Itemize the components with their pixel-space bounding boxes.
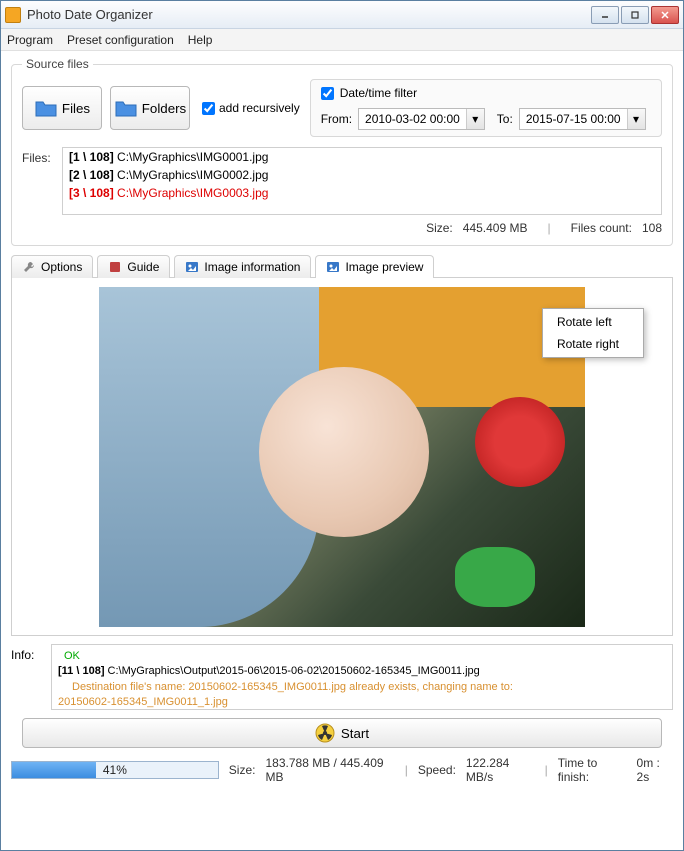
source-files-group: Source files Files Folders add recursive… xyxy=(11,57,673,246)
menu-rotate-left[interactable]: Rotate left xyxy=(543,311,643,333)
ttf-value: 0m : 2s xyxy=(637,756,673,784)
book-icon xyxy=(108,260,122,274)
speed-value: 122.284 MB/s xyxy=(466,756,535,784)
log-line: [11 \ 108] C:\MyGraphics\Output\2015-06\… xyxy=(58,664,666,679)
menu-preset[interactable]: Preset configuration xyxy=(67,33,174,47)
context-menu: Rotate left Rotate right xyxy=(542,308,644,358)
close-button[interactable] xyxy=(651,6,679,24)
radiation-icon xyxy=(315,723,335,743)
folder-icon xyxy=(34,98,58,118)
list-item[interactable]: [2 \ 108] C:\MyGraphics\IMG0002.jpg xyxy=(63,166,661,184)
info-log[interactable]: OK [11 \ 108] C:\MyGraphics\Output\2015-… xyxy=(51,644,673,710)
folders-button[interactable]: Folders xyxy=(110,86,190,130)
log-line: Destination file's name: 20150602-165345… xyxy=(58,680,666,695)
image-preview-panel[interactable]: Rotate left Rotate right xyxy=(11,278,673,636)
count-label: Files count: xyxy=(571,221,632,235)
add-recursively-checkbox[interactable]: add recursively xyxy=(202,101,300,115)
status-ok: OK xyxy=(64,649,666,664)
app-icon xyxy=(5,7,21,23)
date-filter-group: Date/time filter From: 2010-03-02 00:00 … xyxy=(310,79,662,137)
window-title: Photo Date Organizer xyxy=(27,7,591,22)
ttf-label: Time to finish: xyxy=(558,756,627,784)
list-item[interactable]: [1 \ 108] C:\MyGraphics\IMG0001.jpg xyxy=(63,148,661,166)
titlebar: Photo Date Organizer xyxy=(1,1,683,29)
minimize-button[interactable] xyxy=(591,6,619,24)
image-icon xyxy=(185,260,199,274)
wrench-icon xyxy=(22,260,36,274)
size-value: 183.788 MB / 445.409 MB xyxy=(265,756,394,784)
preview-image xyxy=(99,287,585,627)
status-bar: 41% Size: 183.788 MB / 445.409 MB | Spee… xyxy=(11,756,673,784)
progress-bar: 41% xyxy=(11,761,219,779)
log-line: 20150602-165345_IMG0011_1.jpg xyxy=(58,695,666,710)
menu-program[interactable]: Program xyxy=(7,33,53,47)
chevron-down-icon[interactable]: ▾ xyxy=(466,109,484,129)
files-button[interactable]: Files xyxy=(22,86,102,130)
size-label: Size: xyxy=(426,221,453,235)
tab-guide[interactable]: Guide xyxy=(97,255,170,278)
size-label: Size: xyxy=(229,763,256,777)
tab-image-preview[interactable]: Image preview xyxy=(315,255,434,278)
tab-image-information[interactable]: Image information xyxy=(174,255,311,278)
count-value: 108 xyxy=(642,221,662,235)
progress-text: 41% xyxy=(12,762,218,778)
from-date-input[interactable]: 2010-03-02 00:00 ▾ xyxy=(358,108,485,130)
date-filter-checkbox[interactable]: Date/time filter xyxy=(321,86,651,100)
chevron-down-icon[interactable]: ▾ xyxy=(627,109,645,129)
menu-help[interactable]: Help xyxy=(188,33,213,47)
tab-options[interactable]: Options xyxy=(11,255,93,278)
to-date-input[interactable]: 2015-07-15 00:00 ▾ xyxy=(519,108,646,130)
tab-bar: Options Guide Image information Image pr… xyxy=(11,254,673,278)
speed-label: Speed: xyxy=(418,763,456,777)
info-label: Info: xyxy=(11,644,51,710)
list-item[interactable]: [3 \ 108] C:\MyGraphics\IMG0003.jpg xyxy=(63,184,661,202)
image-icon xyxy=(326,260,340,274)
files-list-label: Files: xyxy=(22,147,62,215)
source-files-legend: Source files xyxy=(22,57,93,71)
menu-rotate-right[interactable]: Rotate right xyxy=(543,333,643,355)
app-window: Photo Date Organizer Program Preset conf… xyxy=(0,0,684,851)
menubar: Program Preset configuration Help xyxy=(1,29,683,51)
start-button[interactable]: Start xyxy=(22,718,662,748)
files-list[interactable]: [1 \ 108] C:\MyGraphics\IMG0001.jpg [2 \… xyxy=(62,147,662,215)
size-value: 445.409 MB xyxy=(463,221,528,235)
maximize-button[interactable] xyxy=(621,6,649,24)
from-label: From: xyxy=(321,112,352,126)
folder-icon xyxy=(114,98,138,118)
to-label: To: xyxy=(497,112,513,126)
